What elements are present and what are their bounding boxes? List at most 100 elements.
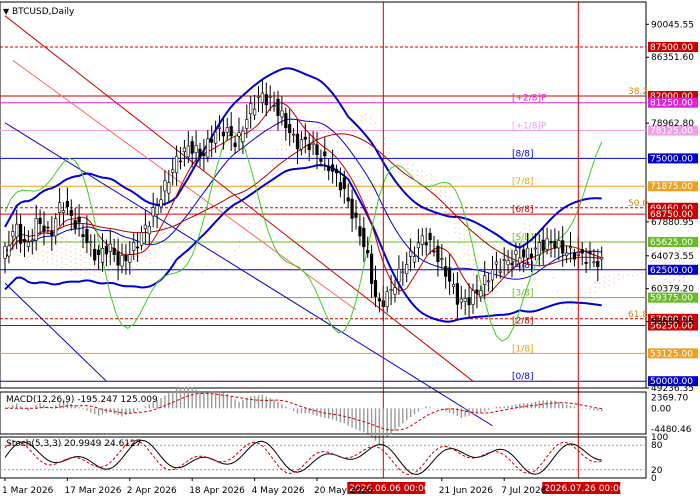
cloud-dot xyxy=(164,231,166,233)
cloud-dot xyxy=(229,256,231,258)
cloud-dot xyxy=(468,264,470,266)
cloud-dot xyxy=(248,227,250,229)
cloud-dot xyxy=(604,276,606,278)
cloud-dot xyxy=(426,175,428,177)
candle-body xyxy=(479,290,483,298)
cloud-dot xyxy=(313,127,315,129)
cloud-dot xyxy=(444,191,446,193)
y-tick-label: 60379.20 xyxy=(651,285,694,295)
x-tick-label: 2 Apr 2026 xyxy=(127,486,177,496)
cloud-dot xyxy=(430,174,432,176)
candle-body xyxy=(358,226,362,237)
cloud-dot xyxy=(70,270,72,272)
cloud-dot xyxy=(501,266,503,268)
cloud-dot xyxy=(122,238,123,240)
cloud-dot xyxy=(594,291,596,293)
cloud-dot xyxy=(608,275,610,277)
candle-body xyxy=(128,254,132,263)
cloud-dot xyxy=(42,260,44,262)
cloud-dot xyxy=(449,201,451,203)
main-price-pane: [+2/8]P[+1/8]P[8/8][7/8][6/8][5/8][4/8][… xyxy=(0,1,685,478)
cloud-dot xyxy=(468,259,470,261)
cloud-dot xyxy=(42,245,44,247)
cloud-dot xyxy=(56,255,58,257)
cloud-dot xyxy=(290,135,292,137)
cloud-dot xyxy=(89,263,91,265)
candle-body xyxy=(510,263,514,265)
cloud-dot xyxy=(468,254,470,256)
level-price-label: 65625.00 xyxy=(650,238,693,248)
candle-body xyxy=(600,257,604,260)
candle-body xyxy=(38,217,42,224)
candle-body xyxy=(564,252,569,256)
macd-label: MACD(12,26,9) -195.247 125.009 xyxy=(6,395,158,405)
candle-body xyxy=(147,226,151,235)
cloud-dot xyxy=(65,263,67,265)
cloud-dot xyxy=(187,256,189,258)
cloud-dot xyxy=(435,179,437,181)
cloud-dot xyxy=(458,237,460,239)
cloud-dot xyxy=(430,179,432,181)
cloud-dot xyxy=(571,308,573,310)
candle-body xyxy=(498,270,502,273)
cloud-dot xyxy=(243,226,245,228)
cloud-dot xyxy=(669,282,671,284)
cloud-dot xyxy=(271,174,273,176)
candle-body xyxy=(432,250,436,253)
cloud-dot xyxy=(117,236,119,238)
cloud-dot xyxy=(61,262,63,264)
candle-body xyxy=(506,260,510,266)
cloud-dot xyxy=(84,252,86,254)
candle-body xyxy=(307,144,311,151)
candle-body xyxy=(229,126,233,137)
cloud-dot xyxy=(482,311,484,313)
cloud-dot xyxy=(126,268,128,270)
candle-body xyxy=(459,298,463,303)
candle-body xyxy=(245,119,249,129)
cloud-dot xyxy=(126,263,128,265)
cloud-dot xyxy=(393,162,395,164)
cloud-dot xyxy=(178,246,180,248)
cloud-dot xyxy=(276,149,278,151)
cloud-dot xyxy=(552,277,554,279)
macd-tick-label: 0.00 xyxy=(651,404,671,414)
cloud-dot xyxy=(458,242,460,244)
cloud-dot xyxy=(430,188,432,190)
candle-body xyxy=(50,231,54,237)
cloud-dot xyxy=(47,256,49,258)
cloud-dot xyxy=(117,231,119,233)
cloud-dot xyxy=(337,146,339,148)
candle-body xyxy=(592,261,596,264)
cloud-dot xyxy=(426,189,428,191)
cloud-dot xyxy=(248,222,250,224)
cloud-dot xyxy=(154,262,156,264)
cloud-dot xyxy=(388,147,390,149)
cloud-dot xyxy=(290,140,292,142)
cloud-dot xyxy=(79,274,81,276)
cloud-dot xyxy=(267,170,269,172)
cloud-dot xyxy=(150,252,152,254)
candle-body xyxy=(354,212,358,218)
level-price-label: 71875.00 xyxy=(650,182,693,192)
cloud-dot xyxy=(505,256,507,258)
level-price-label: 53125.00 xyxy=(650,349,693,359)
cloud-dot xyxy=(42,250,44,252)
cloud-dot xyxy=(75,248,77,250)
cloud-dot xyxy=(669,262,671,264)
cloud-dot xyxy=(599,282,601,284)
cloud-dot xyxy=(107,260,109,262)
level-price-label: 75000.00 xyxy=(650,154,693,164)
cloud-dot xyxy=(407,163,409,165)
candle-body xyxy=(167,182,171,194)
cloud-dot xyxy=(468,249,470,251)
cloud-dot xyxy=(360,115,362,117)
candle-body xyxy=(280,110,284,118)
cloud-dot xyxy=(136,249,138,251)
candle-body xyxy=(451,283,456,287)
chart-canvas: [+2/8]P[+1/8]P[8/8][7/8][6/8][5/8][4/8][… xyxy=(0,1,698,496)
cloud-dot xyxy=(444,196,446,198)
cloud-dot xyxy=(384,138,386,140)
candle-body xyxy=(34,218,38,241)
cloud-dot xyxy=(131,271,133,273)
candle-body xyxy=(69,209,73,217)
